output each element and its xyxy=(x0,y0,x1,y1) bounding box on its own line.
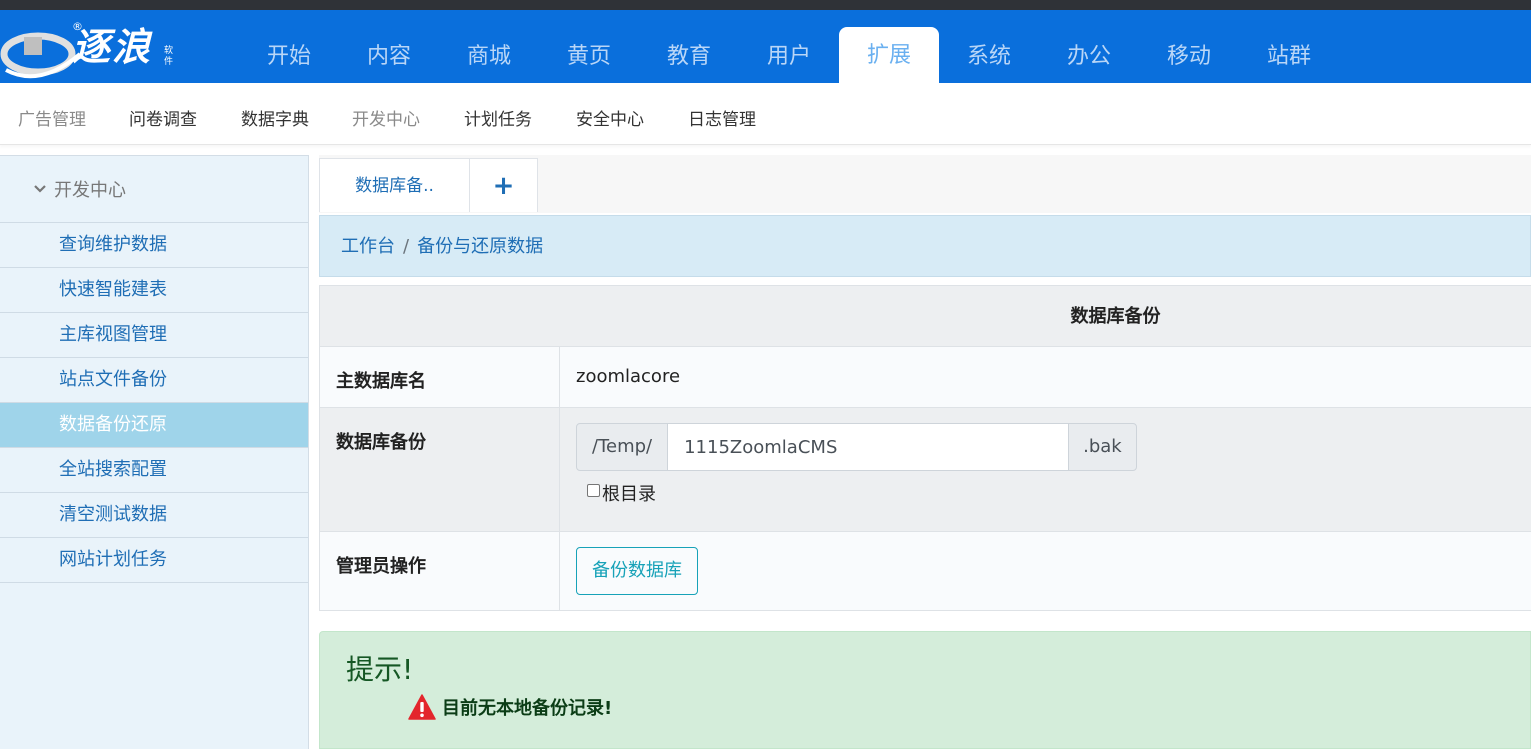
sub-nav-item-security[interactable]: 安全中心 xyxy=(576,105,644,130)
root-dir-label: 根目录 xyxy=(602,484,656,505)
file-extension: .bak xyxy=(1068,423,1137,471)
sidebar-item-file-backup[interactable]: 站点文件备份 xyxy=(0,358,308,403)
window-top-strip xyxy=(0,0,1531,10)
top-nav-item-education[interactable]: 教育 xyxy=(639,10,739,83)
top-nav-item-content[interactable]: 内容 xyxy=(339,10,439,83)
top-nav-item-sites[interactable]: 站群 xyxy=(1239,10,1339,83)
breadcrumb-separator: / xyxy=(403,236,410,257)
top-nav-item-users[interactable]: 用户 xyxy=(739,10,839,83)
breadcrumb-current: 备份与还原数据 xyxy=(417,236,544,257)
sidebar-section-header[interactable]: 开发中心 xyxy=(0,156,308,223)
db-name-value: zoomlacore xyxy=(576,366,681,387)
chevron-down-icon xyxy=(34,185,46,193)
top-nav-item-office[interactable]: 办公 xyxy=(1039,10,1139,83)
table-title: 数据库备份 xyxy=(320,285,1531,347)
tab-database-backup[interactable]: 数据库备.. xyxy=(319,158,470,212)
backup-label: 数据库备份 xyxy=(320,408,560,531)
tabs-bar: 数据库备.. + xyxy=(319,155,1531,213)
sidebar: 开发中心 查询维护数据 快速智能建表 主库视图管理 站点文件备份 数据备份还原 … xyxy=(0,155,309,749)
sidebar-item-quick-table[interactable]: 快速智能建表 xyxy=(0,268,308,313)
admin-cell: 备份数据库 xyxy=(561,532,1531,610)
sidebar-item-query-data[interactable]: 查询维护数据 xyxy=(0,223,308,268)
top-nav-menu: 开始 内容 商城 黄页 教育 用户 扩展 系统 办公 移动 站群 xyxy=(239,10,1339,83)
backup-database-button[interactable]: 备份数据库 xyxy=(576,547,698,595)
alert-message-row: 目前无本地备份记录! xyxy=(408,694,612,720)
sidebar-item-site-scheduled-tasks[interactable]: 网站计划任务 xyxy=(0,538,308,583)
backup-cell: /Temp/ .bak 根目录 xyxy=(561,408,1531,531)
breadcrumb-home[interactable]: 工作台 xyxy=(341,236,395,257)
sidebar-item-search-config[interactable]: 全站搜索配置 xyxy=(0,448,308,493)
top-nav-item-mobile[interactable]: 移动 xyxy=(1139,10,1239,83)
table-row: 数据库备份 /Temp/ .bak 根目录 xyxy=(320,408,1531,532)
top-nav-item-start[interactable]: 开始 xyxy=(239,10,339,83)
backup-filename-input[interactable] xyxy=(668,423,1069,471)
warning-icon xyxy=(408,694,436,720)
add-tab-button[interactable]: + xyxy=(469,158,538,212)
main-content: 数据库备.. + 工作台 / 备份与还原数据 数据库备份 主数据库名 zoomlac… xyxy=(319,155,1531,749)
sidebar-item-view-management[interactable]: 主库视图管理 xyxy=(0,313,308,358)
top-nav: ® 逐浪 软件 开始 内容 商城 黄页 教育 用户 扩展 系统 办公 移动 站群 xyxy=(0,10,1531,83)
db-name-label: 主数据库名 xyxy=(320,347,560,407)
sub-nav-item-scheduled-tasks[interactable]: 计划任务 xyxy=(464,105,532,130)
root-dir-option[interactable]: 根目录 xyxy=(587,480,656,506)
sidebar-item-data-backup-restore[interactable]: 数据备份还原 xyxy=(0,403,308,448)
sub-nav-item-dictionary[interactable]: 数据字典 xyxy=(241,105,309,130)
sub-nav-item-logs[interactable]: 日志管理 xyxy=(688,105,756,130)
top-nav-item-extensions[interactable]: 扩展 xyxy=(839,27,939,83)
brand-name: 逐浪 xyxy=(72,24,153,69)
top-nav-item-shop[interactable]: 商城 xyxy=(439,10,539,83)
sidebar-item-clear-test-data[interactable]: 清空测试数据 xyxy=(0,493,308,538)
table-row: 管理员操作 备份数据库 xyxy=(320,532,1531,611)
breadcrumb: 工作台 / 备份与还原数据 xyxy=(319,215,1531,277)
sub-nav-item-ads[interactable]: 广告管理 xyxy=(18,105,86,130)
notice-alert: 提示! 目前无本地备份记录! xyxy=(319,631,1531,749)
table-row: 主数据库名 zoomlacore xyxy=(320,347,1531,408)
path-prefix: /Temp/ xyxy=(576,423,669,471)
alert-message: 目前无本地备份记录! xyxy=(442,698,613,719)
sub-nav-item-survey[interactable]: 问卷调查 xyxy=(129,105,197,130)
root-dir-checkbox[interactable] xyxy=(587,483,600,497)
backup-table: 数据库备份 主数据库名 zoomlacore 数据库备份 /Temp/ .bak… xyxy=(319,285,1531,611)
sub-nav: 广告管理 问卷调查 数据字典 开发中心 计划任务 安全中心 日志管理 xyxy=(0,83,1531,145)
brand-sub: 软件 xyxy=(164,46,174,67)
sidebar-section-title: 开发中心 xyxy=(54,180,126,201)
admin-label: 管理员操作 xyxy=(320,532,560,610)
sub-nav-item-dev-center[interactable]: 开发中心 xyxy=(352,105,420,130)
backup-filename-group: /Temp/ .bak xyxy=(576,423,1137,471)
top-nav-item-system[interactable]: 系统 xyxy=(939,10,1039,83)
top-nav-item-pages[interactable]: 黄页 xyxy=(539,10,639,83)
alert-title: 提示! xyxy=(346,653,414,686)
brand-logo[interactable]: ® 逐浪 软件 xyxy=(0,10,190,83)
